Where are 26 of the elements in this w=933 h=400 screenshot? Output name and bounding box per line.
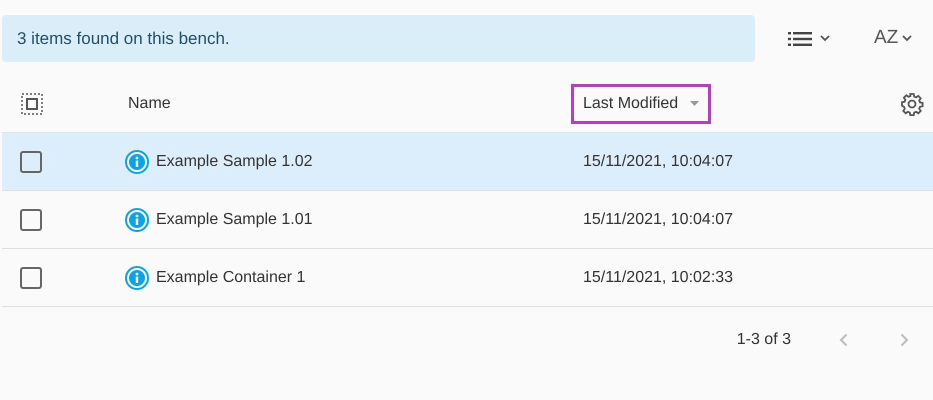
chevron-down-icon [820,35,830,42]
table-row[interactable]: Example Sample 1.02 15/11/2021, 10:04:07 [2,133,933,191]
list-icon [788,30,812,46]
checkbox[interactable] [20,150,42,172]
info-icon[interactable] [125,150,149,174]
chevron-left-icon [839,333,848,347]
pagination-range: 1-3 of 3 [736,330,791,350]
sort-caret-icon [690,101,700,106]
date-cell-text: 15/11/2021, 10:04:07 [583,152,734,172]
column-header[interactable]: Name [125,84,174,124]
info-icon[interactable] [125,266,149,290]
settings-icon[interactable] [900,92,924,116]
column-header[interactable]: Last Modified [571,84,712,124]
name-cell-text: Example Sample 1.01 [156,210,314,230]
chevron-right-icon [900,333,909,347]
banner-text: 3 items found on this bench. [17,28,230,50]
date-cell-text: 15/11/2021, 10:04:07 [583,210,734,230]
name-cell-text: Example Container 1 [156,268,306,288]
info-icon[interactable] [125,208,149,232]
date-cell-text: 15/11/2021, 10:02:33 [583,268,734,288]
chevron-down-icon [902,35,912,42]
checkbox[interactable] [20,208,42,230]
sort-menu-button[interactable]: AZ [870,20,916,57]
name-cell-text: Example Sample 1.02 [156,152,314,172]
select-all-icon[interactable] [20,92,44,116]
checkbox[interactable] [20,266,42,288]
